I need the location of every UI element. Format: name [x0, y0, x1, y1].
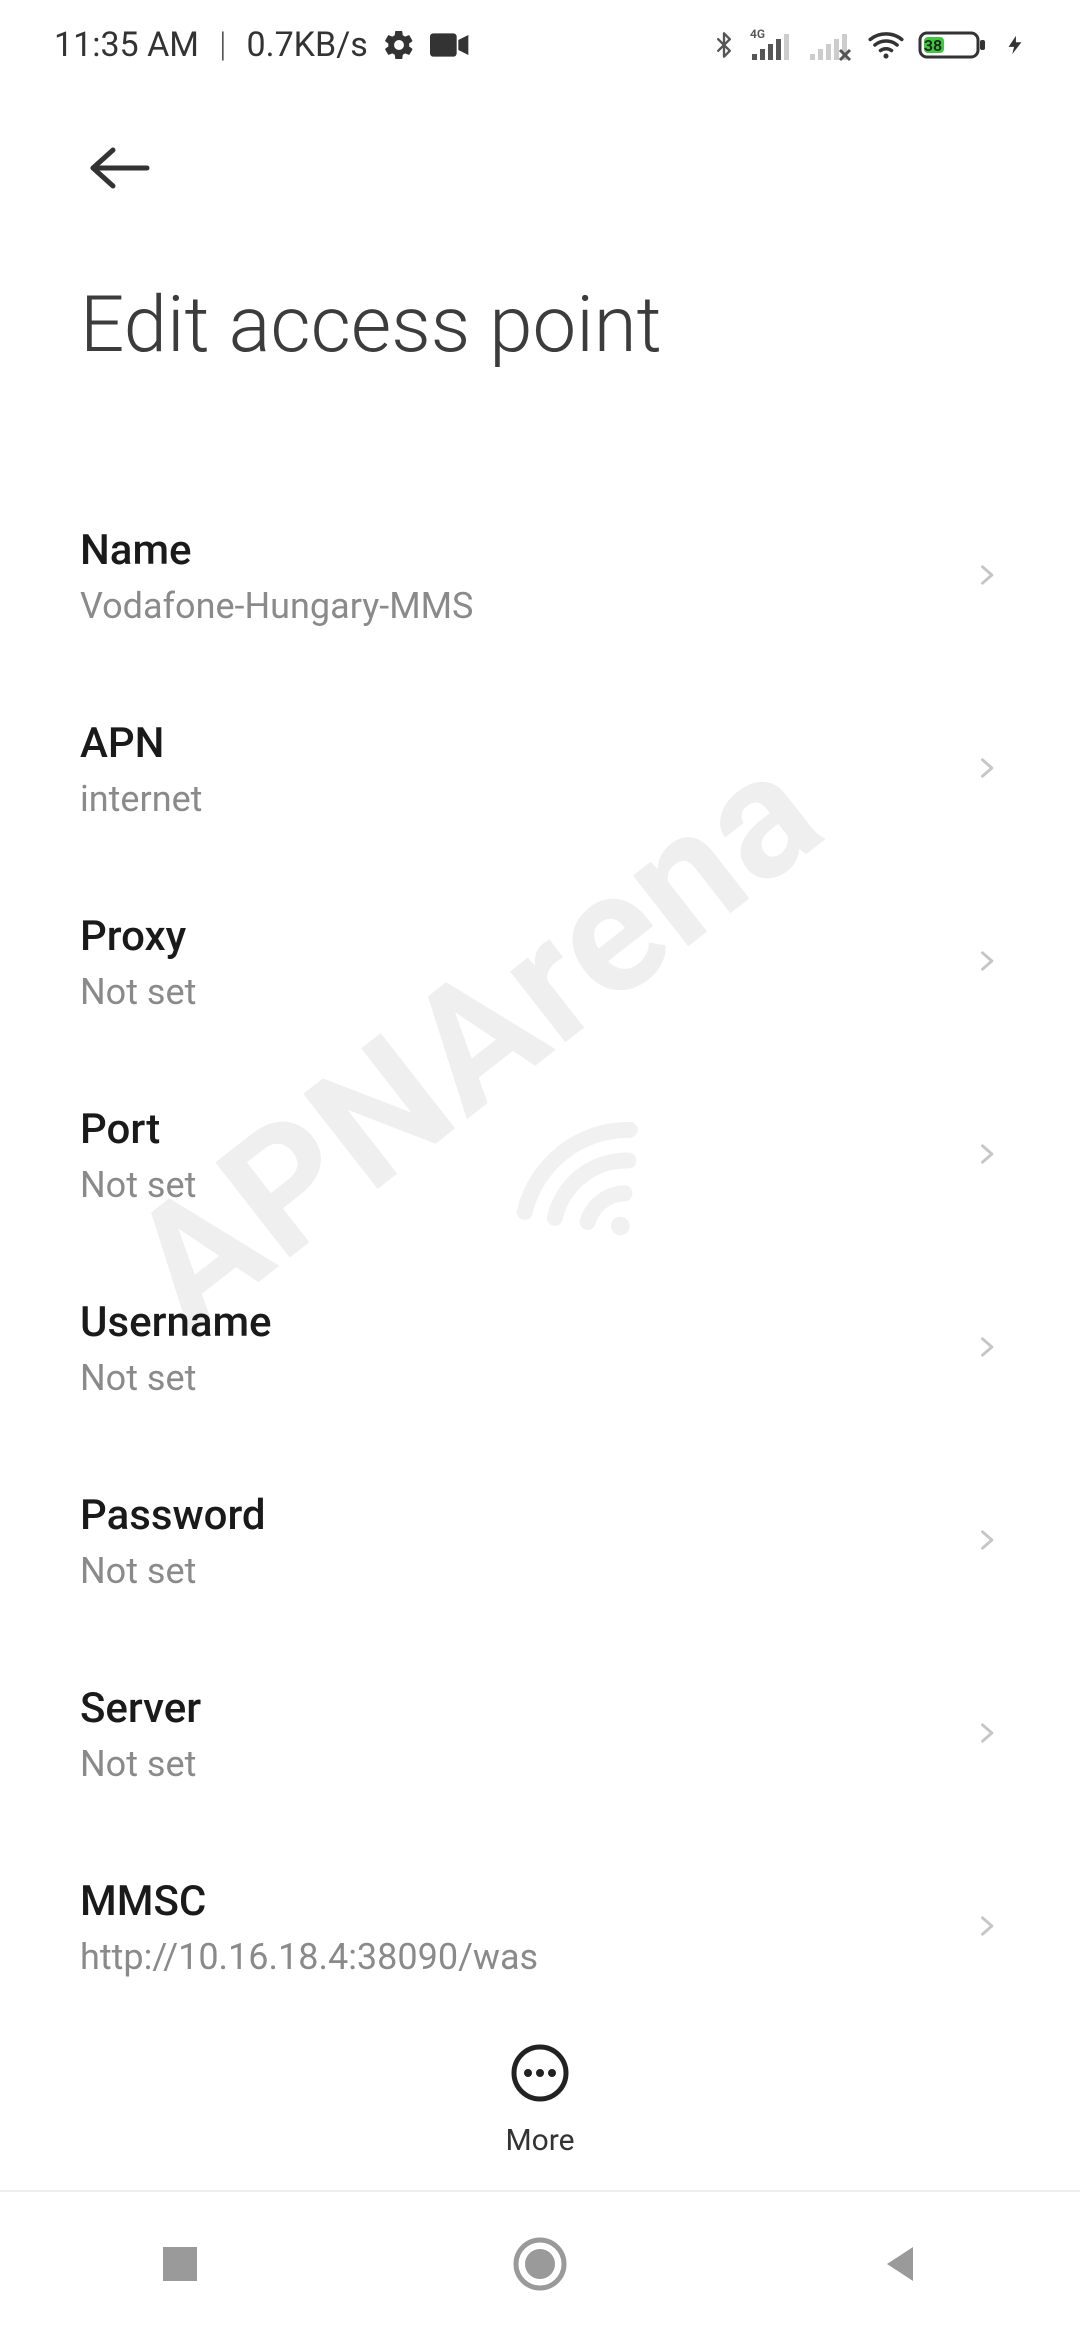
setting-text: Username Not set — [80, 1298, 952, 1399]
status-bar: 11:35 AM | 0.7KB/s 4G — [0, 0, 1080, 90]
setting-value: Not set — [80, 1164, 952, 1206]
setting-label: Proxy — [80, 912, 952, 961]
charging-bolt-icon — [1004, 26, 1026, 64]
svg-text:4G: 4G — [750, 27, 765, 41]
nav-bar — [0, 2190, 1080, 2340]
page: Edit access point Name Vodafone-Hungary-… — [0, 90, 1080, 2110]
apn-password-row[interactable]: Password Not set — [0, 1445, 1080, 1638]
status-time: 11:35 AM — [54, 25, 199, 65]
setting-value: internet — [80, 778, 952, 820]
apn-name-row[interactable]: Name Vodafone-Hungary-MMS — [0, 480, 1080, 673]
setting-text: Port Not set — [80, 1105, 952, 1206]
setting-text: Password Not set — [80, 1491, 952, 1592]
status-left: 11:35 AM | 0.7KB/s — [54, 25, 470, 65]
setting-text: Server Not set — [80, 1684, 952, 1785]
apn-proxy-row[interactable]: Proxy Not set — [0, 866, 1080, 1059]
nav-back-button[interactable] — [840, 2206, 960, 2326]
battery-icon: 38 — [918, 26, 994, 64]
battery-percent-text: 38 — [924, 36, 942, 55]
more-button[interactable]: More — [0, 2010, 1080, 2190]
status-right: 4G — [710, 26, 1026, 64]
apn-mmsc-row[interactable]: MMSC http://10.16.18.4:38090/was — [0, 1831, 1080, 2024]
apn-port-row[interactable]: Port Not set — [0, 1059, 1080, 1252]
apn-server-row[interactable]: Server Not set — [0, 1638, 1080, 1831]
setting-text: APN internet — [80, 719, 952, 820]
setting-label: Name — [80, 526, 952, 575]
setting-value: Not set — [80, 1357, 952, 1399]
apn-apn-row[interactable]: APN internet — [0, 673, 1080, 866]
setting-value: Vodafone-Hungary-MMS — [80, 585, 952, 627]
square-icon — [159, 2243, 201, 2289]
nav-home-button[interactable] — [480, 2206, 600, 2326]
chevron-right-icon — [972, 1132, 1000, 1180]
chevron-right-icon — [972, 746, 1000, 794]
setting-label: Server — [80, 1684, 952, 1733]
setting-value: Not set — [80, 1550, 952, 1592]
gear-icon — [382, 28, 416, 62]
more-icon — [510, 2043, 570, 2107]
setting-value: Not set — [80, 1743, 952, 1785]
status-divider: | — [219, 25, 227, 65]
back-button[interactable] — [60, 110, 180, 230]
circle-icon — [512, 2236, 568, 2296]
nav-recents-button[interactable] — [120, 2206, 240, 2326]
video-camera-icon — [430, 31, 470, 59]
page-title: Edit access point — [80, 280, 1080, 371]
setting-value: Not set — [80, 971, 952, 1013]
signal-4g-icon: 4G — [748, 26, 796, 64]
bluetooth-icon — [710, 26, 738, 64]
chevron-right-icon — [972, 553, 1000, 601]
arrow-left-icon — [85, 143, 155, 197]
chevron-right-icon — [972, 1518, 1000, 1566]
setting-text: Name Vodafone-Hungary-MMS — [80, 526, 952, 627]
setting-label: MMSC — [80, 1877, 952, 1926]
more-label: More — [505, 2123, 574, 2158]
chevron-right-icon — [972, 1904, 1000, 1952]
chevron-right-icon — [972, 1325, 1000, 1373]
apn-username-row[interactable]: Username Not set — [0, 1252, 1080, 1445]
status-net-speed: 0.7KB/s — [247, 25, 368, 65]
setting-label: APN — [80, 719, 952, 768]
setting-label: Password — [80, 1491, 952, 1540]
signal-nosim-icon — [806, 26, 854, 64]
setting-label: Port — [80, 1105, 952, 1154]
chevron-right-icon — [972, 939, 1000, 987]
triangle-left-icon — [879, 2243, 921, 2289]
setting-text: Proxy Not set — [80, 912, 952, 1013]
setting-text: MMSC http://10.16.18.4:38090/was — [80, 1877, 952, 1978]
wifi-icon — [864, 26, 908, 64]
setting-value: http://10.16.18.4:38090/was — [80, 1936, 952, 1978]
chevron-right-icon — [972, 1711, 1000, 1759]
settings-list[interactable]: Name Vodafone-Hungary-MMS APN internet P… — [0, 480, 1080, 2110]
setting-label: Username — [80, 1298, 952, 1347]
